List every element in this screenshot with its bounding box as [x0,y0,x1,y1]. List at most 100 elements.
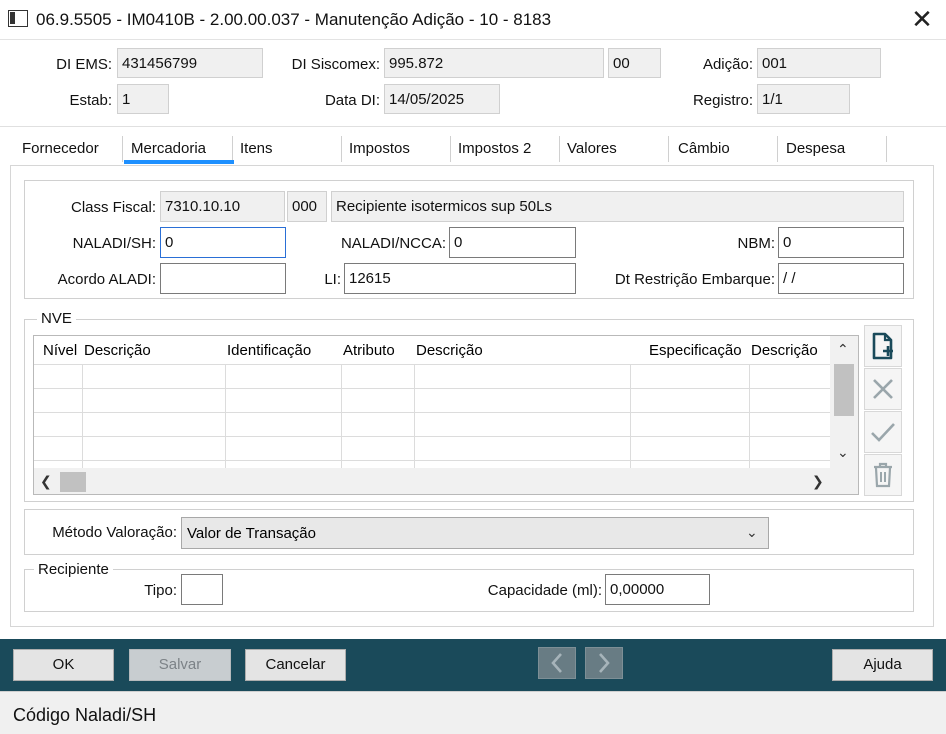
metodo-valoracao-select[interactable]: Valor de Transação [181,517,769,549]
title-bar: 06.9.5505 - IM0410B - 2.00.00.037 - Manu… [0,0,946,40]
trash-button[interactable] [864,454,902,496]
window-title: 06.9.5505 - IM0410B - 2.00.00.037 - Manu… [36,10,552,29]
horizontal-scroll-thumb[interactable] [60,472,86,492]
class-fiscal-field[interactable]: 7310.10.10 [160,191,285,222]
naladi-ncca-input[interactable]: 0 [449,227,576,258]
grid-header-descricao[interactable]: Descrição [84,342,151,359]
naladi-sh-label: NALADI/SH: [72,235,156,252]
di-ems-field[interactable]: 431456799 [117,48,263,78]
chevron-down-icon[interactable]: ⌄ [746,524,758,541]
new-document-button[interactable] [864,325,902,367]
tab-impostos-2[interactable]: Impostos 2 [458,140,531,166]
horizontal-scrollbar[interactable] [34,468,858,494]
nve-grid[interactable]: Nível Descrição Identificação Atributo D… [33,335,859,495]
registro-field[interactable]: 1/1 [757,84,850,114]
scroll-right-icon[interactable]: ❯ [812,473,824,490]
delete-x-icon [873,379,893,399]
capacidade-input[interactable]: 0,00000 [605,574,710,605]
active-tab-indicator [124,160,234,164]
scroll-down-icon[interactable]: ⌄ [837,444,849,461]
estab-label: Estab: [69,92,112,109]
li-label: LI: [324,271,341,288]
class-fiscal-label: Class Fiscal: [70,199,156,216]
ok-button[interactable]: OK [13,649,114,681]
tab-divider [668,136,669,162]
grid-column-line [749,364,750,468]
nbm-label: NBM: [737,235,776,252]
estab-field[interactable]: 1 [117,84,169,114]
adicao-label: Adição: [702,56,753,73]
recipiente-group-title: Recipiente [34,561,113,578]
tab-cambio[interactable]: Câmbio [678,140,730,166]
grid-header-especificacao[interactable]: Especificação [649,342,742,359]
app-window-icon [8,10,28,27]
grid-row-line [34,412,830,413]
di-siscomex-label: DI Siscomex: [291,56,380,73]
tab-divider [122,136,123,162]
grid-header-descricao-3[interactable]: Descrição [751,342,818,359]
naladi-sh-input[interactable]: 0 [160,227,286,258]
cancelar-button[interactable]: Cancelar [245,649,346,681]
tab-impostos[interactable]: Impostos [349,140,410,166]
tipo-input[interactable] [181,574,223,605]
grid-header-nivel[interactable]: Nível [43,342,77,359]
li-input[interactable]: 12615 [344,263,576,294]
grid-row-line [34,460,830,461]
class-fiscal-description-field[interactable]: Recipiente isotermicos sup 50Ls [331,191,904,222]
registro-label: Registro: [692,92,753,109]
ajuda-button[interactable]: Ajuda [832,649,933,681]
grid-column-line [225,364,226,468]
trash-icon [874,462,892,488]
tab-divider [777,136,778,162]
tipo-label: Tipo: [144,582,177,599]
salvar-button[interactable]: Salvar [129,649,231,681]
tab-despesa[interactable]: Despesa [786,140,845,166]
adicao-field[interactable]: 001 [757,48,881,78]
tab-valores[interactable]: Valores [567,140,617,166]
grid-column-line [82,364,83,468]
grid-row-line [34,388,830,389]
naladi-ncca-label: NALADI/NCCA: [340,235,446,252]
grid-header-identificacao[interactable]: Identificação [227,342,311,359]
tab-itens[interactable]: Itens [240,140,273,166]
scroll-up-icon[interactable]: ⌃ [837,341,849,358]
data-di-field[interactable]: 14/05/2025 [384,84,500,114]
vertical-scroll-thumb[interactable] [834,364,854,416]
acordo-aladi-label: Acordo ALADI: [57,271,156,288]
grid-column-line [630,364,631,468]
grid-row-line [34,364,830,365]
grid-column-line [341,364,342,468]
tab-divider [341,136,342,162]
grid-column-line [414,364,415,468]
tab-divider [559,136,560,162]
grid-header-atributo[interactable]: Atributo [343,342,395,359]
tab-divider [450,136,451,162]
metodo-valoracao-label: Método Valoração: [52,524,177,541]
new-document-icon [872,332,893,360]
next-button[interactable] [585,647,623,679]
data-di-label: Data DI: [324,92,380,109]
acordo-aladi-input[interactable] [160,263,286,294]
dt-restricao-embarque-label: Dt Restrição Embarque: [614,271,775,288]
dt-restricao-embarque-input[interactable]: / / [778,263,904,294]
status-text: Código Naladi/SH [13,705,157,725]
tab-divider [886,136,887,162]
grid-header-descricao-2[interactable]: Descrição [416,342,483,359]
tab-fornecedor[interactable]: Fornecedor [22,140,99,166]
delete-button[interactable] [864,368,902,410]
confirm-button[interactable] [864,411,902,453]
chevron-left-icon [551,653,562,673]
di-siscomex-suffix-field[interactable]: 00 [608,48,661,78]
nbm-input[interactable]: 0 [778,227,904,258]
nve-group-title: NVE [37,310,76,327]
capacidade-label: Capacidade (ml): [487,582,602,599]
tab-divider [232,136,233,162]
close-button[interactable]: ✕ [902,4,942,36]
confirm-check-icon [871,423,895,442]
previous-button[interactable] [538,647,576,679]
grid-row-line [34,436,830,437]
scroll-left-icon[interactable]: ❮ [40,473,52,490]
class-fiscal-code-field[interactable]: 000 [287,191,327,222]
di-siscomex-field[interactable]: 995.872 [384,48,604,78]
chevron-right-icon [599,653,610,673]
